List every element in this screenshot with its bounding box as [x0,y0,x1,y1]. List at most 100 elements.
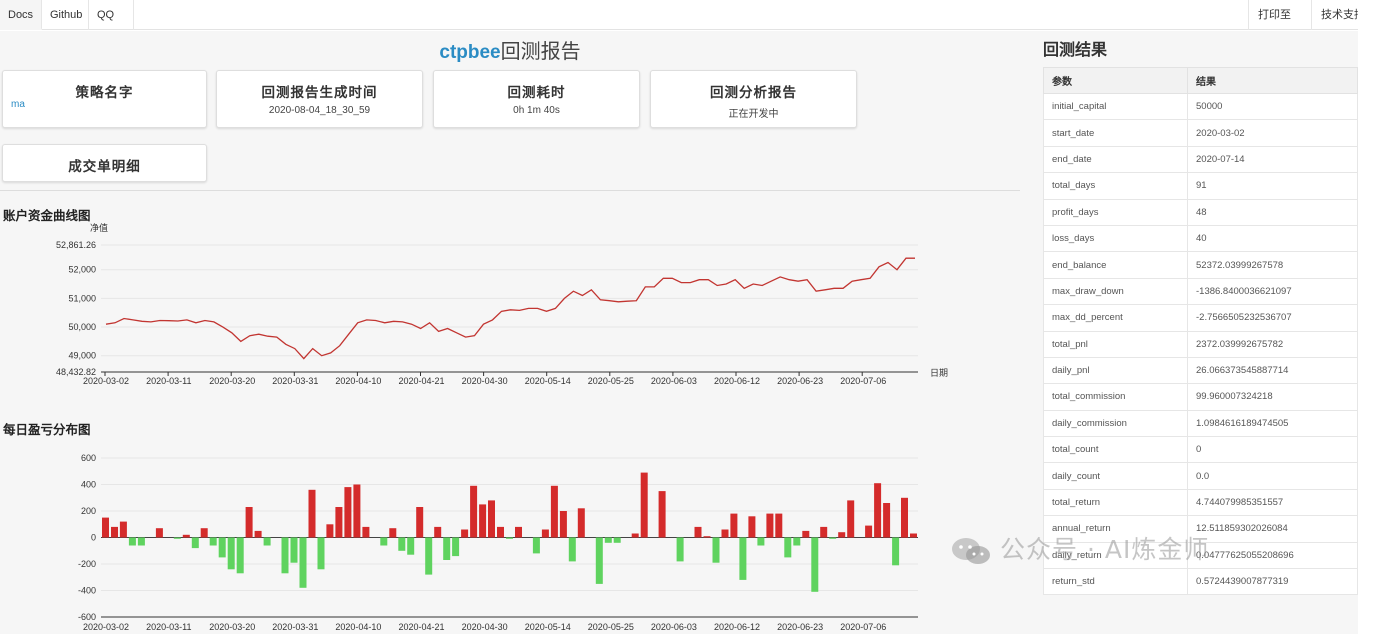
pnl-bar [407,537,415,555]
pnl-bar [218,537,226,558]
x-tick-label: 2020-05-14 [525,376,571,386]
pnl-bar [658,491,666,538]
pnl-bar [712,537,720,563]
value-cell: 1.0984616189474505 [1187,409,1358,438]
pnl-bar [416,507,424,538]
tab-github[interactable]: Github [42,0,89,30]
param-cell: return_std [1043,568,1188,596]
equity-curve-chart: 52,861.2652,00051,00050,00049,00048,432.… [56,222,948,386]
x-tick-label: 2020-03-02 [83,622,129,631]
pnl-bar [811,537,819,592]
pnl-bar [308,489,316,538]
backtest-report-app: Docs Github QQ群 打印至pdf 技术支持 ctpbee回测报告 策… [0,0,1374,634]
trade-details-card[interactable]: 成交单明细 [2,144,207,182]
x-tick-label: 2020-03-02 [83,376,129,386]
table-header-row: 参数 结果 [1043,67,1358,94]
pnl-bar [640,472,648,538]
pnl-bar [532,537,540,554]
pnl-bar [559,511,567,538]
card-analysis: 回测分析报告 正在开发中 [650,70,857,128]
pnl-bar [838,532,846,538]
param-cell: daily_pnl [1043,356,1188,385]
card-value: 正在开发中 [728,109,779,120]
page-gutter [1358,0,1374,634]
header-param: 参数 [1043,67,1188,94]
value-cell: 50000 [1187,92,1358,121]
x-tick-label: 2020-06-03 [651,622,697,631]
pnl-bar [353,484,361,538]
table-row: total_pnl 2372.039992675782 [1043,330,1358,358]
x-tick-label: 2020-06-12 [714,622,760,631]
param-cell: max_draw_down [1043,277,1188,306]
pnl-bar [317,537,325,570]
table-row: total_return 4.744079985351557 [1043,488,1358,517]
results-title: 回测结果 [1043,42,1108,59]
param-cell: initial_capital [1043,92,1188,121]
pnl-bar [128,537,136,546]
y-tick-label: 51,000 [68,293,96,303]
pnl-bar [766,513,774,538]
pnl-bar [784,537,792,558]
pnl-bar [254,530,262,538]
card-value: 2020-08-04_18_30_59 [268,105,371,116]
card-title: 回测分析报告 [710,85,797,100]
tech-support-button[interactable]: 技术支持 [1311,0,1358,30]
x-tick-label: 2020-07-06 [840,376,886,386]
results-table-body: initial_capital 50000 start_date 2020-03-02… [1043,92,1358,596]
param-cell: end_balance [1043,251,1188,279]
pnl-bar [335,507,343,538]
pnl-bar [200,528,208,538]
pnl-bar [209,537,217,546]
print-pdf-button[interactable]: 打印至pdf [1248,0,1311,51]
x-tick-label: 2020-06-23 [777,622,823,631]
pnl-bar [829,537,837,539]
pnl-bar [910,533,917,538]
pnl-bar [874,483,882,538]
pnl-bar [883,503,891,538]
x-tick-label: 2020-07-06 [840,622,886,631]
tab-qq-group[interactable]: QQ群 [89,0,134,51]
table-row: daily_pnl 26.066373545887714 [1043,356,1358,385]
tab-docs[interactable]: Docs [0,0,42,30]
header-result: 结果 [1187,67,1358,94]
card-title: 回测耗时 [507,85,566,100]
divider [0,190,1020,191]
table-row: end_balance 52372.03999267578 [1043,251,1358,279]
y-tick-label: 600 [81,453,96,463]
param-cell: daily_count [1043,462,1188,490]
value-cell: 2020-07-14 [1187,145,1358,174]
value-cell: 0.04777625055208696 [1187,541,1358,570]
pnl-bar [470,485,478,538]
pnl-bar [793,537,801,546]
pnl-bar [865,525,873,538]
pnl-bar [847,500,855,538]
pnl-bar [434,526,442,538]
pnl-bar [452,537,460,557]
strategy-name-link[interactable]: ma [11,99,206,110]
pnl-bar [137,537,145,546]
pnl-bar [362,526,370,538]
x-tick-label: 2020-04-21 [399,622,445,631]
equity-series-line [105,257,915,360]
pnl-bar [892,537,900,566]
x-tick-label: 2020-04-21 [399,376,445,386]
pnl-bar [694,526,702,538]
x-tick-label: 2020-03-31 [272,376,318,386]
table-row: total_count 0 [1043,436,1358,464]
pnl-bar [676,537,684,562]
page-title: ctpbee回测报告 [0,35,1020,64]
x-tick-label: 2020-03-11 [146,376,191,386]
pnl-bar [290,537,298,563]
x-tick-label: 2020-04-10 [335,622,381,631]
brand-name: ctpbee [439,42,501,63]
pnl-bar [568,537,576,562]
pnl-bar [802,530,810,538]
x-tick-label: 2020-05-25 [588,622,634,631]
pnl-bar [631,533,639,538]
x-tick-label: 2020-06-12 [714,376,760,386]
table-row: end_date 2020-07-14 [1043,145,1358,174]
table-row: max_draw_down -1386.8400036621097 [1043,277,1358,306]
pnl-bar [515,526,522,538]
y-tick-label: 0 [91,533,96,543]
param-cell: max_dd_percent [1043,304,1188,332]
